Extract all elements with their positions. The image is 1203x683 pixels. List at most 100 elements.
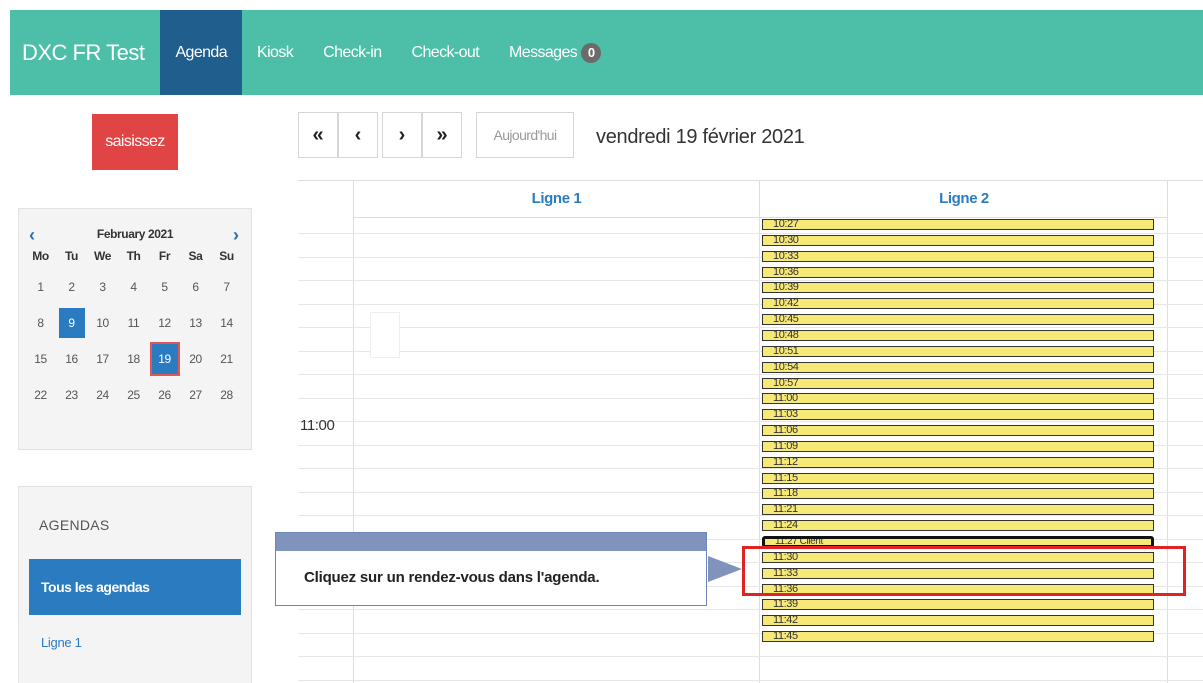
calendar-day-number: 15	[34, 352, 47, 366]
calendar-day[interactable]: 2	[56, 272, 87, 302]
calendar-day-number: 26	[158, 388, 171, 402]
calendar-day-number: 6	[192, 280, 199, 294]
current-date-title: vendredi 19 février 2021	[596, 126, 805, 148]
calendar-day[interactable]: 26	[149, 380, 180, 410]
appointment-slot[interactable]: 11:00	[762, 393, 1154, 404]
appointment-slot[interactable]: 11:09	[762, 441, 1154, 452]
mini-calendar: ‹ February 2021 › Mo Tu We Th Fr Sa Su 1…	[18, 208, 252, 450]
appointment-slot[interactable]: 10:36	[762, 267, 1154, 278]
appointment-slot[interactable]: 10:33	[762, 251, 1154, 262]
calendar-day[interactable]: 11	[118, 308, 149, 338]
calendar-day[interactable]: 28	[211, 380, 242, 410]
appointment-slot[interactable]: 11:39	[762, 599, 1154, 610]
callout-header-bar	[276, 533, 706, 551]
calendar-weekday-row: Mo Tu We Th Fr Sa Su	[25, 247, 243, 269]
calendar-day[interactable]: 8	[25, 308, 56, 338]
calendar-day[interactable]: 12	[149, 308, 180, 338]
grid-line	[298, 280, 1203, 281]
nav-kiosk[interactable]: Kiosk	[242, 10, 308, 95]
appointment-slot[interactable]: 11:45	[762, 631, 1154, 642]
today-button[interactable]: Aujourd'hui	[476, 112, 574, 158]
calendar-day[interactable]: 17	[87, 344, 118, 374]
agenda-item-ligne-1[interactable]: Ligne 1	[41, 635, 82, 650]
nav-messages-label: Messages	[509, 43, 578, 61]
calendar-day[interactable]: 13	[180, 308, 211, 338]
appointment-slot[interactable]: 10:45	[762, 314, 1154, 325]
time-label-1100: 11:00	[300, 417, 335, 434]
column-header-ligne-2: Ligne 2	[760, 181, 1168, 218]
callout-text: Cliquez sur un rendez-vous dans l'agenda…	[304, 569, 600, 586]
calendar-day[interactable]: 4	[118, 272, 149, 302]
empty-slot-marker	[370, 312, 400, 358]
appointment-slot[interactable]: 10:27	[762, 219, 1154, 230]
appointment-slot[interactable]: 10:48	[762, 330, 1154, 341]
calendar-week-row: 15 16 17 18 19 20 21	[25, 341, 243, 377]
appointment-slot[interactable]: 11:42	[762, 615, 1154, 626]
calendar-day[interactable]: 5	[149, 272, 180, 302]
nav-check-in[interactable]: Check-in	[308, 10, 396, 95]
first-page-button[interactable]: «	[298, 112, 338, 158]
last-page-button[interactable]: »	[422, 112, 462, 158]
nav-check-out[interactable]: Check-out	[397, 10, 495, 95]
grid-line	[298, 468, 1203, 469]
weekday-label: Tu	[65, 249, 78, 263]
weekday-label: Mo	[32, 249, 49, 263]
calendar-week-row: 8 9 10 11 12 13 14	[25, 305, 243, 341]
calendar-day[interactable]: 6	[180, 272, 211, 302]
grid-line	[298, 515, 1203, 516]
calendar-day[interactable]: 10	[87, 308, 118, 338]
calendar-day-number: 13	[189, 316, 202, 330]
calendar-day[interactable]: 3	[87, 272, 118, 302]
calendar-day[interactable]: 25	[118, 380, 149, 410]
messages-count-badge: 0	[581, 42, 602, 63]
calendar-week-row: 22 23 24 25 26 27 28	[25, 377, 243, 413]
brand-title[interactable]: DXC FR Test	[10, 10, 160, 95]
appointment-slot[interactable]: 10:54	[762, 362, 1154, 373]
calendar-day-number: 19	[149, 342, 180, 376]
calendar-day-number: 21	[220, 352, 233, 366]
calendar-day[interactable]: 21	[211, 344, 242, 374]
prev-button[interactable]: ‹	[338, 112, 378, 158]
weekday-label: We	[94, 249, 111, 263]
calendar-day-selected[interactable]: 9	[56, 308, 87, 338]
appointment-slot[interactable]: 11:03	[762, 409, 1154, 420]
appointment-slot[interactable]: 10:42	[762, 298, 1154, 309]
calendar-day[interactable]: 7	[211, 272, 242, 302]
nav-messages[interactable]: Messages 0	[494, 10, 616, 95]
calendar-day[interactable]: 14	[211, 308, 242, 338]
next-button[interactable]: ›	[382, 112, 422, 158]
all-agendas-item[interactable]: Tous les agendas	[29, 559, 241, 615]
nav-agenda[interactable]: Agenda	[160, 10, 243, 95]
appointment-slot[interactable]: 10:57	[762, 378, 1154, 389]
calendar-week-row: 1 2 3 4 5 6 7	[25, 269, 243, 305]
calendar-day-number: 23	[65, 388, 78, 402]
calendar-day[interactable]: 23	[56, 380, 87, 410]
appointment-slot[interactable]: 10:51	[762, 346, 1154, 357]
calendar-day-number: 2	[68, 280, 75, 294]
appointment-slot[interactable]: 11:18	[762, 488, 1154, 499]
calendar-day[interactable]: 27	[180, 380, 211, 410]
appointment-slot[interactable]: 11:21	[762, 504, 1154, 515]
appointment-slot[interactable]: 11:24	[762, 520, 1154, 531]
calendar-day[interactable]: 18	[118, 344, 149, 374]
weekday-label: Sa	[188, 249, 203, 263]
calendar-day-number: 14	[220, 316, 233, 330]
calendar-day[interactable]: 15	[25, 344, 56, 374]
highlight-box	[742, 546, 1186, 596]
calendar-day[interactable]: 24	[87, 380, 118, 410]
calendar-day[interactable]: 22	[25, 380, 56, 410]
calendar-day[interactable]: 1	[25, 272, 56, 302]
appointment-slot[interactable]: 10:30	[762, 235, 1154, 246]
calendar-day[interactable]: 16	[56, 344, 87, 374]
top-navbar: DXC FR Test Agenda Kiosk Check-in Check-…	[10, 10, 1203, 95]
saisissez-button[interactable]: saisissez	[92, 114, 178, 170]
calendar-day[interactable]: 20	[180, 344, 211, 374]
calendar-day-today[interactable]: 19	[149, 342, 180, 376]
appointment-slot[interactable]: 11:15	[762, 473, 1154, 484]
calendar-day-number: 18	[127, 352, 140, 366]
agendas-title: AGENDAS	[39, 517, 110, 533]
appointment-slot[interactable]: 11:06	[762, 425, 1154, 436]
chevron-right-icon[interactable]: ›	[233, 225, 239, 246]
appointment-slot[interactable]: 10:39	[762, 282, 1154, 293]
appointment-slot[interactable]: 11:12	[762, 457, 1154, 468]
